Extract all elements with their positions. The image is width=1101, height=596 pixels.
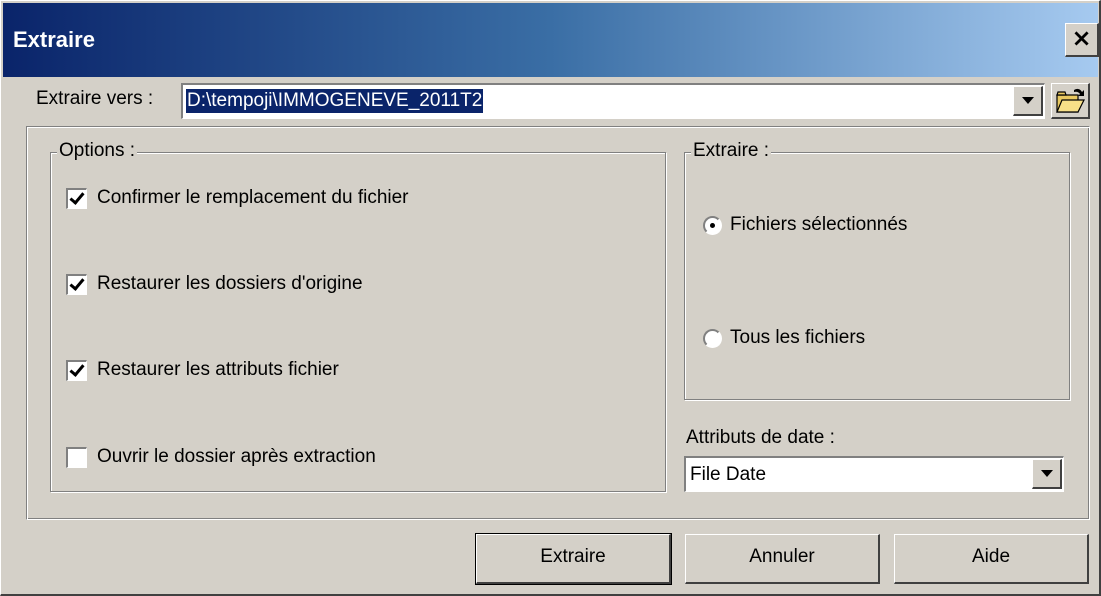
scope-all-files[interactable]: Tous les fichiers bbox=[703, 327, 865, 349]
option-label: Restaurer les attributs fichier bbox=[97, 359, 339, 380]
destination-combobox[interactable]: D:\tempoji\IMMOGENEVE_2011T2 bbox=[181, 83, 1045, 119]
checkbox-restore-attributes[interactable] bbox=[66, 359, 87, 381]
option-restore-folders[interactable]: Restaurer les dossiers d'origine bbox=[66, 273, 363, 295]
destination-dropdown-button[interactable] bbox=[1013, 86, 1043, 116]
scope-label: Tous les fichiers bbox=[730, 327, 866, 348]
extract-scope-group: Extraire : bbox=[684, 140, 1070, 400]
destination-label: Extraire vers : bbox=[36, 88, 154, 109]
date-attributes-select[interactable]: File Date bbox=[684, 456, 1064, 492]
radio-all-files[interactable] bbox=[703, 328, 722, 348]
cancel-button[interactable]: Annuler bbox=[685, 534, 880, 584]
close-button[interactable]: × bbox=[1065, 23, 1099, 57]
option-label: Ouvrir le dossier après extraction bbox=[97, 446, 376, 467]
extract-button[interactable]: Extraire bbox=[475, 533, 672, 585]
help-button[interactable]: Aide bbox=[894, 534, 1089, 584]
title-bar[interactable]: Extraire × bbox=[3, 3, 1099, 77]
option-open-folder[interactable]: Ouvrir le dossier après extraction bbox=[66, 446, 376, 468]
chevron-down-icon bbox=[1022, 97, 1034, 104]
option-label: Confirmer le remplacement du fichier bbox=[97, 187, 409, 208]
close-icon: × bbox=[1071, 24, 1092, 52]
option-restore-attributes[interactable]: Restaurer les attributs fichier bbox=[66, 359, 339, 381]
date-attributes-value: File Date bbox=[690, 464, 767, 485]
folder-open-icon bbox=[1056, 88, 1085, 113]
date-attributes-label: Attributs de date : bbox=[686, 427, 835, 448]
options-group-title: Options : bbox=[57, 140, 138, 162]
scope-label: Fichiers sélectionnés bbox=[730, 214, 908, 235]
option-confirm-replace[interactable]: Confirmer le remplacement du fichier bbox=[66, 187, 409, 209]
destination-input[interactable]: D:\tempoji\IMMOGENEVE_2011T2 bbox=[186, 89, 484, 113]
browse-button[interactable] bbox=[1051, 83, 1090, 119]
extract-scope-group-title: Extraire : bbox=[691, 140, 772, 162]
checkbox-restore-folders[interactable] bbox=[66, 273, 87, 295]
radio-selected-files[interactable] bbox=[703, 215, 722, 235]
chevron-down-icon bbox=[1041, 470, 1053, 477]
checkbox-confirm-replace[interactable] bbox=[66, 187, 87, 209]
scope-selected-files[interactable]: Fichiers sélectionnés bbox=[703, 214, 907, 236]
checkbox-open-folder[interactable] bbox=[66, 446, 87, 468]
date-dropdown-button[interactable] bbox=[1032, 459, 1062, 489]
option-label: Restaurer les dossiers d'origine bbox=[97, 273, 363, 294]
window-title: Extraire bbox=[13, 27, 95, 52]
